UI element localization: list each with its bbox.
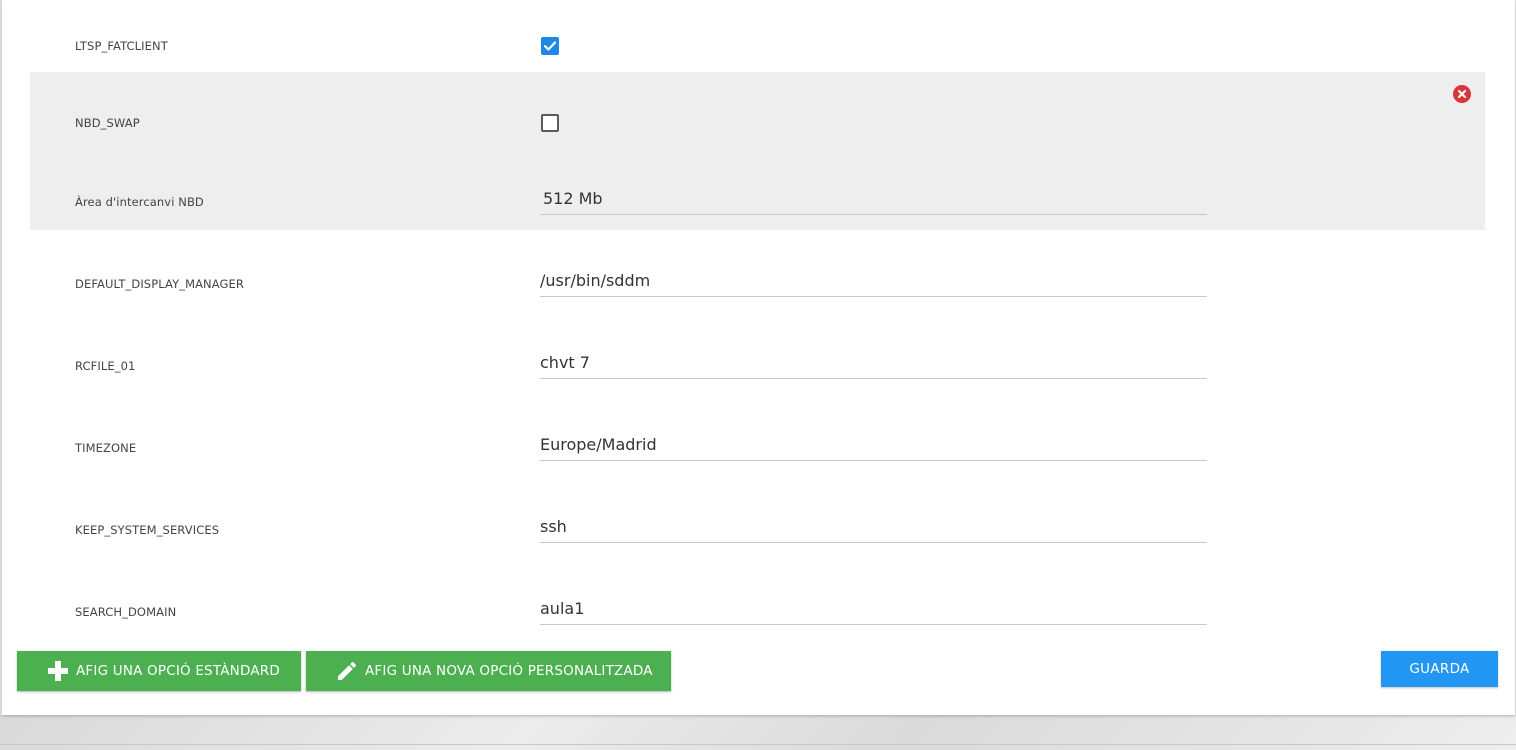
keep-system-services-input[interactable]: ssh [540,515,1207,543]
option-label-timezone: TIMEZONE [75,441,137,455]
option-label-ltsp-fatclient: LTSP_FATCLIENT [75,39,168,53]
pencil-icon [335,659,359,683]
option-label-rcfile-01: RCFILE_01 [75,359,136,373]
save-button[interactable]: GUARDA [1381,651,1498,687]
remove-group-button[interactable] [1453,85,1471,103]
option-label-nbd-swap-area: Àrea d'intercanvi NBD [75,195,204,209]
close-circle-icon [1457,89,1467,99]
timezone-input[interactable]: Europe/Madrid [540,433,1207,461]
default-display-manager-input[interactable]: /usr/bin/sddm [540,269,1207,297]
ltsp-fatclient-checkbox[interactable] [541,37,559,55]
rcfile-01-input[interactable]: chvt 7 [540,351,1207,379]
add-standard-option-button[interactable]: AFIG UNA OPCIÓ ESTÀNDARD [17,651,301,691]
option-label-keep-system-services: KEEP_SYSTEM_SERVICES [75,523,220,537]
option-label-nbd-swap: NBD_SWAP [75,116,140,130]
add-custom-option-button[interactable]: AFIG UNA NOVA OPCIÓ PERSONALITZADA [306,651,671,691]
option-label-default-display-manager: DEFAULT_DISPLAY_MANAGER [75,277,244,291]
nbd-swap-checkbox[interactable] [541,114,559,132]
add-standard-option-label: AFIG UNA OPCIÓ ESTÀNDARD [76,663,280,679]
search-domain-input[interactable]: aula1 [540,597,1207,625]
check-icon [543,41,557,51]
footer-divider [0,744,1516,745]
plus-icon [46,659,70,683]
add-custom-option-label: AFIG UNA NOVA OPCIÓ PERSONALITZADA [365,663,653,679]
nbd-swap-area-input[interactable]: 512 Mb [540,187,1207,215]
option-label-search-domain: SEARCH_DOMAIN [75,605,177,619]
